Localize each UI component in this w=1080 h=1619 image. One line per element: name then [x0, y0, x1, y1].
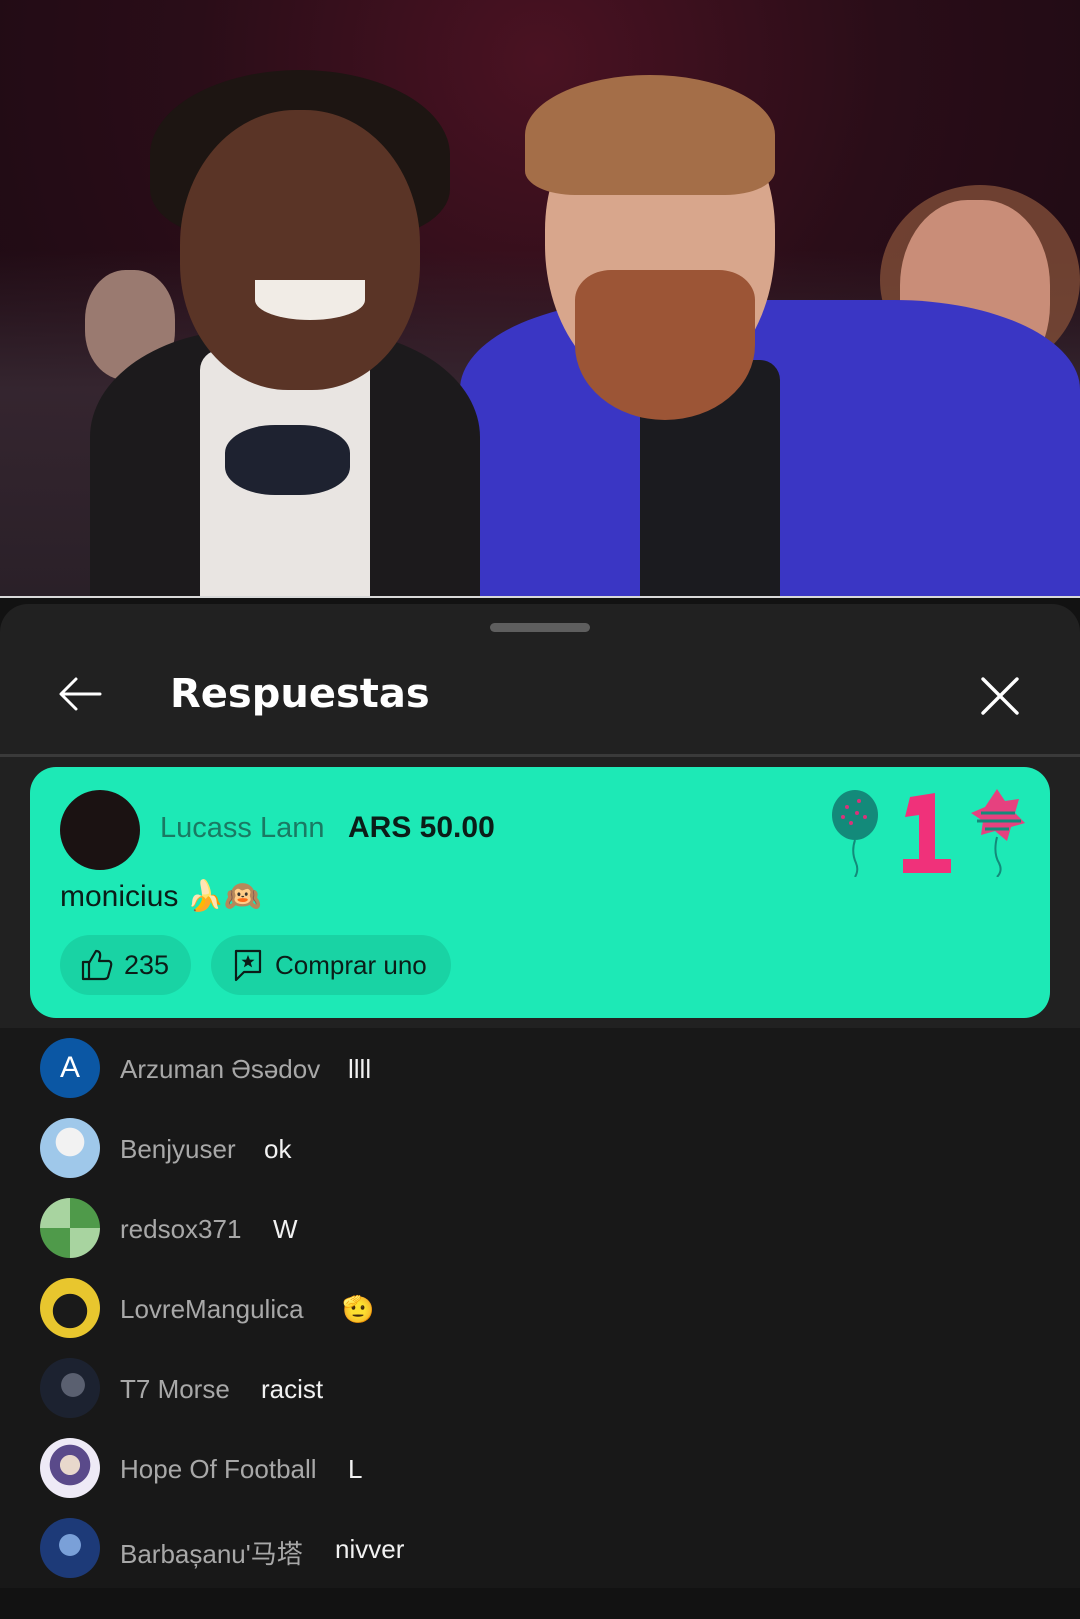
- reply-author[interactable]: LovreMangulica: [120, 1294, 304, 1325]
- reply-message: racist: [261, 1374, 324, 1404]
- superchat-author[interactable]: Lucass Lann: [160, 812, 324, 845]
- reply-author[interactable]: redsox371: [120, 1214, 241, 1245]
- avatar[interactable]: A: [40, 1038, 100, 1098]
- list-item: Barbașanu'马塔 nivver: [0, 1508, 1080, 1588]
- replies-sheet: Respuestas Lucass Lann ARS 50.00 moniciu…: [0, 604, 1080, 1619]
- video-player[interactable]: [0, 0, 1080, 598]
- avatar[interactable]: [40, 1358, 100, 1418]
- video-person-left-face: [180, 110, 420, 390]
- avatar[interactable]: [40, 1118, 100, 1178]
- reply-message: W: [273, 1214, 298, 1244]
- sheet-title: Respuestas: [170, 671, 430, 717]
- buy-superchat-button[interactable]: Comprar uno: [211, 935, 451, 995]
- superchat-message: monicius 🍌🙉: [60, 880, 262, 913]
- video-person-center-hair: [525, 75, 775, 195]
- superchat-amount: ARS 50.00: [348, 811, 495, 844]
- birthday-balloons-icon: [832, 789, 1025, 877]
- avatar[interactable]: [40, 1278, 100, 1338]
- like-button[interactable]: 235: [60, 935, 192, 995]
- list-item: A Arzuman Əsədov llll: [0, 1028, 1080, 1108]
- superchat-card: Lucass Lann ARS 50.00 monicius 🍌🙉 235 Co…: [30, 767, 1050, 1018]
- video-progress-line: [0, 596, 1080, 598]
- reply-message: ok: [264, 1134, 292, 1164]
- reply-message: llll: [348, 1054, 372, 1084]
- avatar-letter: A: [59, 1051, 80, 1084]
- replies-list: A Arzuman Əsədov llll Benjyuser ok redso…: [0, 1028, 1080, 1588]
- reply-author[interactable]: T7 Morse: [120, 1374, 230, 1405]
- list-item: Hope Of Football L: [0, 1428, 1080, 1508]
- avatar[interactable]: [40, 1518, 100, 1578]
- arrow-left-icon: [59, 677, 102, 711]
- list-item: redsox371 W: [0, 1188, 1080, 1268]
- reply-author[interactable]: Benjyuser: [120, 1134, 236, 1165]
- header-divider: [0, 754, 1080, 757]
- avatar[interactable]: [40, 1438, 100, 1498]
- superchat-icon: [234, 949, 262, 982]
- thumbs-up-icon: [81, 949, 113, 981]
- bottom-bar: [0, 1588, 1080, 1619]
- reply-author[interactable]: Arzuman Əsədov: [120, 1054, 320, 1085]
- video-person-beard: [575, 270, 755, 420]
- list-item: Benjyuser ok: [0, 1108, 1080, 1188]
- drag-handle[interactable]: [490, 623, 590, 632]
- close-icon: [981, 677, 1019, 715]
- buy-superchat-label: Comprar uno: [275, 949, 427, 980]
- avatar[interactable]: [40, 1198, 100, 1258]
- avatar[interactable]: [60, 790, 140, 870]
- reply-author[interactable]: Barbașanu'马塔: [120, 1534, 303, 1571]
- close-button[interactable]: [970, 666, 1030, 726]
- reply-author[interactable]: Hope Of Football: [120, 1454, 317, 1485]
- reply-message: nivver: [335, 1534, 405, 1564]
- list-item: LovreMangulica 🫡: [0, 1268, 1080, 1348]
- video-person-smile: [255, 280, 365, 320]
- list-item: T7 Morse racist: [0, 1348, 1080, 1428]
- back-button[interactable]: [52, 666, 108, 722]
- sheet-header: Respuestas: [0, 644, 1080, 754]
- reply-message: 🫡: [342, 1294, 375, 1324]
- like-count: 235: [124, 949, 170, 980]
- reply-message: L: [348, 1454, 363, 1484]
- video-person-bowtie: [225, 425, 350, 495]
